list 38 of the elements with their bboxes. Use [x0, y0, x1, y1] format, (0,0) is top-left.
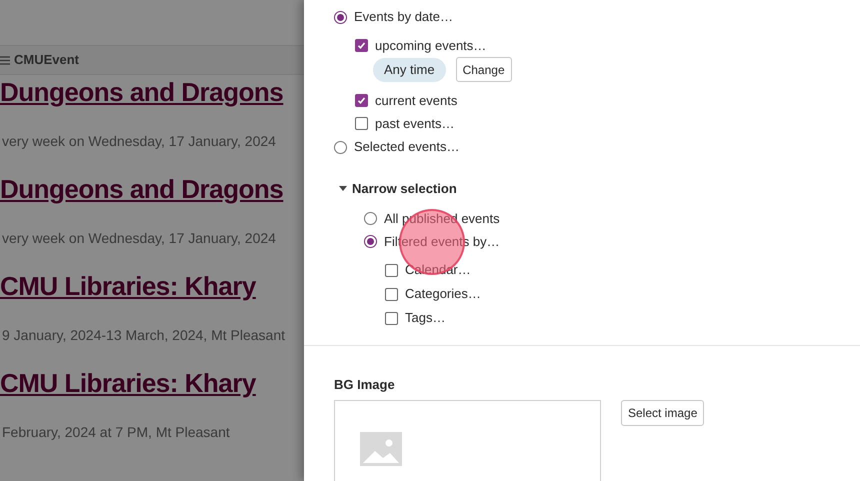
site-title: CMUEvent — [14, 51, 80, 70]
checkbox[interactable] — [385, 312, 398, 324]
checkbox[interactable] — [355, 117, 368, 130]
checkbox[interactable] — [355, 94, 368, 107]
checkmark-icon — [357, 41, 366, 50]
option-label: upcoming events… — [375, 36, 486, 55]
image-icon — [360, 432, 402, 466]
event-title-link[interactable]: CMU Libraries: Khary — [0, 366, 256, 400]
option-label: current events — [375, 92, 458, 110]
menu-icon[interactable] — [0, 56, 10, 64]
option-label: Calendar… — [405, 261, 471, 280]
event-title-link[interactable]: Dungeons and Dragons — [0, 75, 284, 109]
checkbox[interactable] — [355, 39, 368, 52]
event-date: very week on Wednesday, 17 January, 2024 — [1, 229, 276, 248]
option-label: Tags… — [405, 309, 446, 328]
event-title-link[interactable]: Dungeons and Dragons — [0, 172, 284, 206]
option-label: Categories… — [405, 285, 481, 304]
checkmark-icon — [357, 96, 366, 105]
event-date: February, 2024 at 7 PM, Mt Pleasant — [1, 423, 230, 442]
field-label: BG Image — [334, 376, 396, 393]
radio-button[interactable] — [364, 235, 377, 248]
checkbox[interactable] — [385, 288, 398, 300]
event-title-link[interactable]: CMU Libraries: Khary — [0, 269, 256, 303]
radio-button[interactable] — [334, 140, 347, 154]
time-range-chip: Any time — [373, 58, 446, 82]
option-label: past events… — [375, 114, 454, 133]
option-label: Events by date… — [354, 8, 453, 26]
section-heading: Narrow selection — [352, 180, 457, 198]
change-button[interactable]: Change — [456, 57, 512, 82]
radio-button[interactable] — [334, 10, 347, 24]
event-date: very week on Wednesday, 17 January, 2024 — [1, 132, 276, 151]
radio-button[interactable] — [364, 212, 377, 225]
option-label: All published events — [384, 210, 500, 228]
event-date: 9 January, 2024-13 March, 2024, Mt Pleasant — [1, 326, 286, 345]
select-image-button[interactable]: Select image — [621, 400, 704, 426]
option-label: Selected events… — [354, 138, 460, 156]
disclosure-triangle-icon[interactable] — [339, 186, 347, 192]
checkbox[interactable] — [385, 264, 398, 276]
